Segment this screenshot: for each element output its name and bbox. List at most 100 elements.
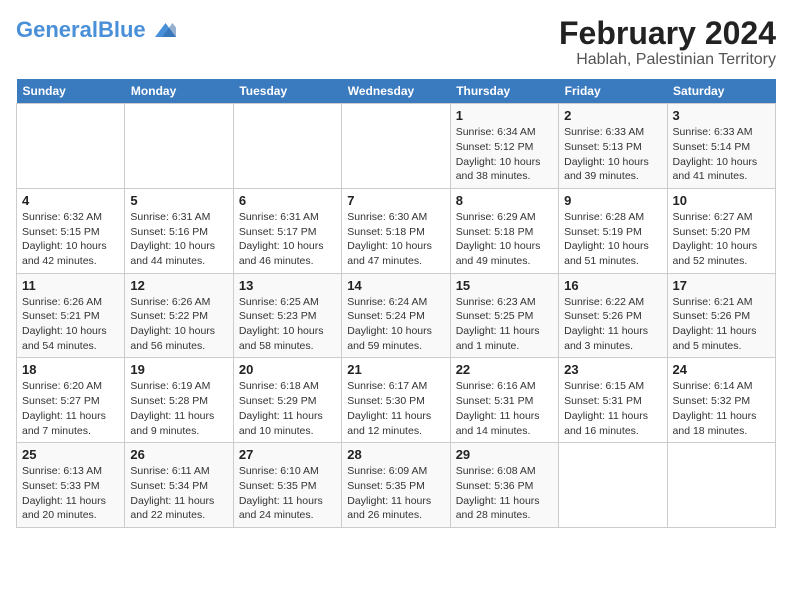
weekday-header-friday: Friday: [559, 79, 667, 104]
day-number: 19: [130, 362, 227, 377]
day-number: 12: [130, 278, 227, 293]
weekday-header-monday: Monday: [125, 79, 233, 104]
day-info: Sunrise: 6:22 AM Sunset: 5:26 PM Dayligh…: [564, 295, 661, 354]
calendar-cell: 23Sunrise: 6:15 AM Sunset: 5:31 PM Dayli…: [559, 358, 667, 443]
day-number: 21: [347, 362, 444, 377]
weekday-header-row: SundayMondayTuesdayWednesdayThursdayFrid…: [17, 79, 776, 104]
day-info: Sunrise: 6:26 AM Sunset: 5:21 PM Dayligh…: [22, 295, 119, 354]
calendar-cell: 4 Sunrise: 6:32 AM Sunset: 5:15 PM Daylig…: [17, 188, 125, 273]
day-number: 20: [239, 362, 336, 377]
day-info: Sunrise: 6:15 AM Sunset: 5:31 PM Dayligh…: [564, 379, 661, 438]
day-number: 26: [130, 447, 227, 462]
calendar-cell: 29 Sunrise: 6:08 AM Sunset: 5:36 PM Dayli…: [450, 443, 558, 528]
calendar-subtitle: Hablah, Palestinian Territory: [559, 51, 776, 69]
day-number: 17: [673, 278, 770, 293]
calendar-table: SundayMondayTuesdayWednesdayThursdayFrid…: [16, 79, 776, 528]
day-info: Sunrise: 6:24 AM Sunset: 5:24 PM Dayligh…: [347, 295, 444, 354]
weekday-header-thursday: Thursday: [450, 79, 558, 104]
calendar-cell: 9Sunrise: 6:28 AM Sunset: 5:19 PM Daylig…: [559, 188, 667, 273]
week-row-1: 1 Sunrise: 6:34 AM Sunset: 5:12 PM Daylig…: [17, 104, 776, 189]
calendar-cell: [125, 104, 233, 189]
calendar-cell: [17, 104, 125, 189]
calendar-cell: [559, 443, 667, 528]
calendar-cell: 6 Sunrise: 6:31 AM Sunset: 5:17 PM Daylig…: [233, 188, 341, 273]
weekday-header-sunday: Sunday: [17, 79, 125, 104]
day-number: 4: [22, 193, 119, 208]
day-number: 27: [239, 447, 336, 462]
day-number: 3: [673, 108, 770, 123]
logo-text: GeneralBlue: [16, 19, 146, 41]
day-info: Sunrise: 6:30 AM Sunset: 5:18 PM Dayligh…: [347, 210, 444, 269]
day-info: Sunrise: 6:11 AM Sunset: 5:34 PM Dayligh…: [130, 464, 227, 523]
day-info: Sunrise: 6:17 AM Sunset: 5:30 PM Dayligh…: [347, 379, 444, 438]
day-info: Sunrise: 6:29 AM Sunset: 5:18 PM Dayligh…: [456, 210, 553, 269]
day-info: Sunrise: 6:18 AM Sunset: 5:29 PM Dayligh…: [239, 379, 336, 438]
day-info: Sunrise: 6:33 AM Sunset: 5:14 PM Dayligh…: [673, 125, 770, 184]
day-number: 6: [239, 193, 336, 208]
day-number: 2: [564, 108, 661, 123]
logo: GeneralBlue: [16, 16, 176, 44]
calendar-cell: 10Sunrise: 6:27 AM Sunset: 5:20 PM Dayli…: [667, 188, 775, 273]
calendar-cell: [233, 104, 341, 189]
calendar-cell: 18Sunrise: 6:20 AM Sunset: 5:27 PM Dayli…: [17, 358, 125, 443]
calendar-title: February 2024: [559, 16, 776, 51]
day-number: 22: [456, 362, 553, 377]
day-info: Sunrise: 6:23 AM Sunset: 5:25 PM Dayligh…: [456, 295, 553, 354]
calendar-cell: 13 Sunrise: 6:25 AM Sunset: 5:23 PM Dayli…: [233, 273, 341, 358]
calendar-cell: 11 Sunrise: 6:26 AM Sunset: 5:21 PM Dayli…: [17, 273, 125, 358]
day-info: Sunrise: 6:19 AM Sunset: 5:28 PM Dayligh…: [130, 379, 227, 438]
weekday-header-wednesday: Wednesday: [342, 79, 450, 104]
calendar-cell: 1 Sunrise: 6:34 AM Sunset: 5:12 PM Daylig…: [450, 104, 558, 189]
day-number: 28: [347, 447, 444, 462]
day-number: 8: [456, 193, 553, 208]
day-info: Sunrise: 6:26 AM Sunset: 5:22 PM Dayligh…: [130, 295, 227, 354]
calendar-cell: 17 Sunrise: 6:21 AM Sunset: 5:26 PM Dayli…: [667, 273, 775, 358]
day-info: Sunrise: 6:13 AM Sunset: 5:33 PM Dayligh…: [22, 464, 119, 523]
page-header: GeneralBlue February 2024 Hablah, Palest…: [16, 16, 776, 69]
weekday-header-tuesday: Tuesday: [233, 79, 341, 104]
day-number: 18: [22, 362, 119, 377]
calendar-cell: 28Sunrise: 6:09 AM Sunset: 5:35 PM Dayli…: [342, 443, 450, 528]
calendar-cell: [342, 104, 450, 189]
day-info: Sunrise: 6:27 AM Sunset: 5:20 PM Dayligh…: [673, 210, 770, 269]
calendar-cell: 14 Sunrise: 6:24 AM Sunset: 5:24 PM Dayli…: [342, 273, 450, 358]
day-number: 5: [130, 193, 227, 208]
day-number: 14: [347, 278, 444, 293]
day-info: Sunrise: 6:31 AM Sunset: 5:17 PM Dayligh…: [239, 210, 336, 269]
calendar-cell: 19 Sunrise: 6:19 AM Sunset: 5:28 PM Dayli…: [125, 358, 233, 443]
calendar-cell: 12 Sunrise: 6:26 AM Sunset: 5:22 PM Dayli…: [125, 273, 233, 358]
week-row-4: 18Sunrise: 6:20 AM Sunset: 5:27 PM Dayli…: [17, 358, 776, 443]
day-number: 24: [673, 362, 770, 377]
calendar-cell: 20 Sunrise: 6:18 AM Sunset: 5:29 PM Dayli…: [233, 358, 341, 443]
calendar-cell: 5 Sunrise: 6:31 AM Sunset: 5:16 PM Daylig…: [125, 188, 233, 273]
calendar-cell: 26 Sunrise: 6:11 AM Sunset: 5:34 PM Dayli…: [125, 443, 233, 528]
day-info: Sunrise: 6:10 AM Sunset: 5:35 PM Dayligh…: [239, 464, 336, 523]
day-info: Sunrise: 6:21 AM Sunset: 5:26 PM Dayligh…: [673, 295, 770, 354]
day-number: 7: [347, 193, 444, 208]
day-number: 13: [239, 278, 336, 293]
calendar-cell: 2 Sunrise: 6:33 AM Sunset: 5:13 PM Daylig…: [559, 104, 667, 189]
day-number: 11: [22, 278, 119, 293]
day-info: Sunrise: 6:08 AM Sunset: 5:36 PM Dayligh…: [456, 464, 553, 523]
calendar-cell: 21 Sunrise: 6:17 AM Sunset: 5:30 PM Dayli…: [342, 358, 450, 443]
day-info: Sunrise: 6:14 AM Sunset: 5:32 PM Dayligh…: [673, 379, 770, 438]
calendar-cell: 7 Sunrise: 6:30 AM Sunset: 5:18 PM Daylig…: [342, 188, 450, 273]
calendar-cell: 8 Sunrise: 6:29 AM Sunset: 5:18 PM Daylig…: [450, 188, 558, 273]
week-row-2: 4 Sunrise: 6:32 AM Sunset: 5:15 PM Daylig…: [17, 188, 776, 273]
day-info: Sunrise: 6:32 AM Sunset: 5:15 PM Dayligh…: [22, 210, 119, 269]
day-info: Sunrise: 6:31 AM Sunset: 5:16 PM Dayligh…: [130, 210, 227, 269]
day-info: Sunrise: 6:34 AM Sunset: 5:12 PM Dayligh…: [456, 125, 553, 184]
weekday-header-saturday: Saturday: [667, 79, 775, 104]
calendar-cell: 25 Sunrise: 6:13 AM Sunset: 5:33 PM Dayli…: [17, 443, 125, 528]
day-info: Sunrise: 6:25 AM Sunset: 5:23 PM Dayligh…: [239, 295, 336, 354]
day-number: 25: [22, 447, 119, 462]
calendar-cell: 3 Sunrise: 6:33 AM Sunset: 5:14 PM Daylig…: [667, 104, 775, 189]
day-info: Sunrise: 6:33 AM Sunset: 5:13 PM Dayligh…: [564, 125, 661, 184]
calendar-cell: 24 Sunrise: 6:14 AM Sunset: 5:32 PM Dayli…: [667, 358, 775, 443]
calendar-cell: [667, 443, 775, 528]
day-number: 1: [456, 108, 553, 123]
day-number: 29: [456, 447, 553, 462]
day-number: 16: [564, 278, 661, 293]
day-number: 15: [456, 278, 553, 293]
calendar-cell: 27 Sunrise: 6:10 AM Sunset: 5:35 PM Dayli…: [233, 443, 341, 528]
